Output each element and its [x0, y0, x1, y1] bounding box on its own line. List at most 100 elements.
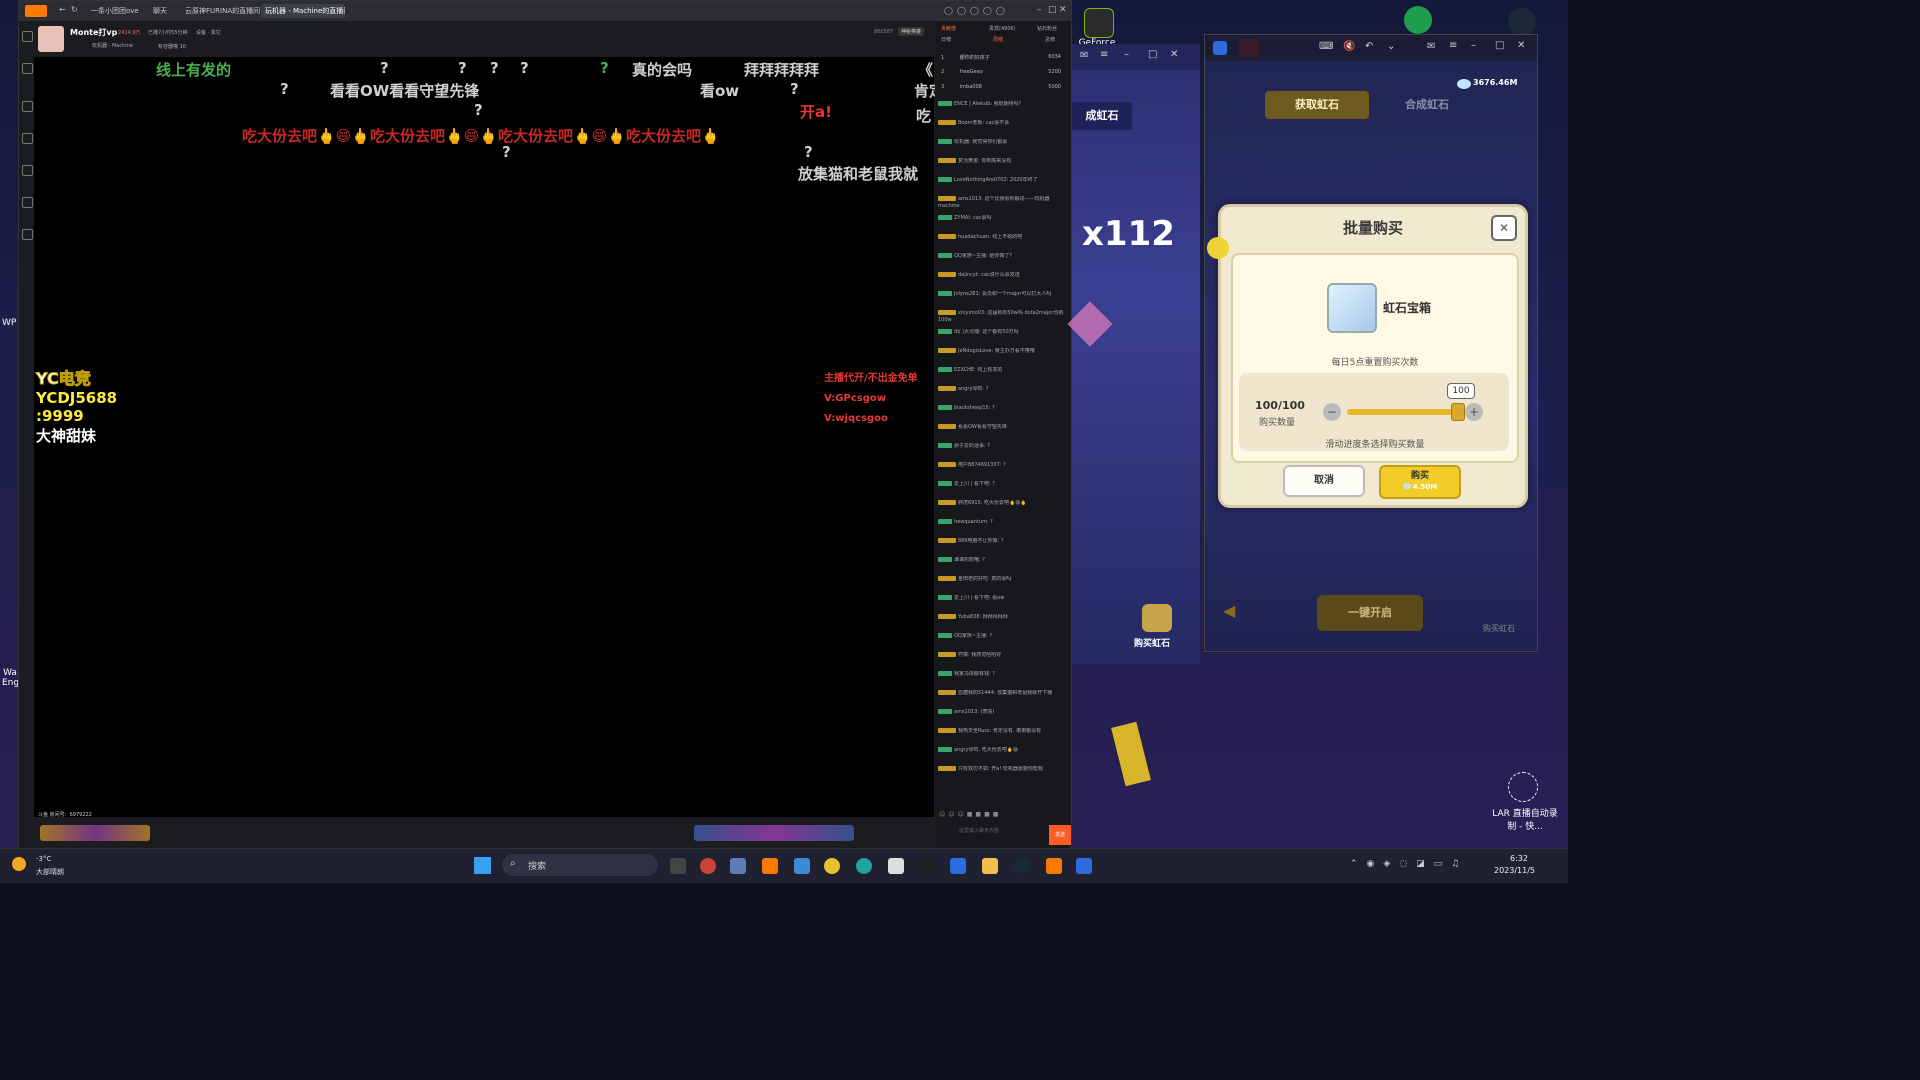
- tab-merge-stone[interactable]: 合成虹石: [1375, 91, 1479, 119]
- corner-label[interactable]: 购买虹石: [1483, 623, 1515, 634]
- chat-message[interactable]: 柠檬: 我感觉哈哈好: [938, 652, 1066, 659]
- app-icon[interactable]: [950, 858, 966, 874]
- chat-message[interactable]: 复活黄金: 你到底来没有: [938, 158, 1066, 165]
- game-left-tab[interactable]: 成虹石: [1072, 102, 1132, 130]
- slider-handle[interactable]: [1451, 403, 1465, 421]
- subtab-week[interactable]: 周榜: [993, 36, 1003, 43]
- maximize-icon[interactable]: □: [1048, 5, 1057, 15]
- chat-message[interactable]: QQ家族~主播: ?: [938, 633, 1066, 640]
- send-button[interactable]: 发送: [1049, 825, 1071, 845]
- maximize-icon[interactable]: □: [1148, 49, 1157, 60]
- chat-message[interactable]: 胖虎6915: 吃大份去吧🖕😄🖕: [938, 500, 1066, 507]
- app-icon[interactable]: [794, 858, 810, 874]
- tab-1[interactable]: 一条小团团ove: [87, 4, 147, 18]
- chat-message[interactable]: 爱上川 | 看下吧: ?: [938, 481, 1066, 488]
- gift-bar-right[interactable]: [694, 825, 854, 841]
- undo-icon[interactable]: ↶: [1365, 41, 1373, 52]
- photos-icon[interactable]: [730, 858, 746, 874]
- chat-message[interactable]: dajincyt: cac说什么会发送: [938, 272, 1066, 279]
- chat-tab-vip[interactable]: 贵宾(4906): [989, 25, 1016, 32]
- back-icon[interactable]: ←: [59, 5, 66, 14]
- chat-message-list[interactable]: ENCE | Aleksib: 我很期待吗？ Boom老板: cac会不会 玩机器:…: [935, 101, 1071, 801]
- buy-button[interactable]: 购买 4.50M: [1379, 465, 1461, 499]
- chat-message[interactable]: huadachuan: 线上不给的吧: [938, 234, 1066, 241]
- chat-message[interactable]: Boom老板: cac会不会: [938, 120, 1066, 127]
- taskview-icon[interactable]: [670, 858, 686, 874]
- recorder-icon[interactable]: [1508, 772, 1538, 802]
- chat-tab-fans[interactable]: 钻石粉丝: [1037, 25, 1057, 32]
- file-icon[interactable]: [888, 858, 904, 874]
- close-icon[interactable]: ✕: [1059, 5, 1067, 15]
- chat-message[interactable]: ENCE | Aleksib: 我很期待吗？: [938, 101, 1066, 108]
- keyboard-icon[interactable]: ⌨: [1319, 41, 1333, 52]
- gift-bar-left[interactable]: [40, 825, 150, 841]
- app-tab-icon[interactable]: [1239, 39, 1259, 57]
- chat-message[interactable]: LoveNothingAre0702: 2020年终了: [938, 177, 1066, 184]
- cancel-button[interactable]: 取消: [1283, 465, 1365, 497]
- chat-message[interactable]: 谁谁的想哦: ?: [938, 557, 1066, 564]
- mail-icon[interactable]: ✉: [1080, 50, 1088, 61]
- chat-message[interactable]: hewquantum: ?: [938, 519, 1066, 526]
- close-icon[interactable]: ✕: [1170, 49, 1178, 60]
- chat-message[interactable]: EZXCHE: 线上有发的: [938, 367, 1066, 374]
- header-button[interactable]: 神秘英雄: [898, 27, 925, 36]
- chat-message[interactable]: angry琴鸣: ?: [938, 386, 1066, 393]
- chat-message[interactable]: 金田老的好吃: 真的会吗: [938, 576, 1066, 583]
- chat-message[interactable]: blacksheep15: ?: [938, 405, 1066, 412]
- quantity-slider[interactable]: [1347, 409, 1461, 415]
- chat-message[interactable]: 886电脑不让你做: ?: [938, 538, 1066, 545]
- tab-machine[interactable]: 玩机器 - Machine的直播间: [261, 4, 345, 18]
- category-icon[interactable]: [22, 165, 33, 176]
- search-box[interactable]: ⌕ 搜索: [502, 854, 658, 876]
- edge-icon[interactable]: [856, 858, 872, 874]
- plus-button[interactable]: +: [1465, 403, 1483, 421]
- chat-message[interactable]: 我热天坐Russ: 肯定没有, 谢谢都没有: [938, 728, 1066, 735]
- close-icon[interactable]: ✕: [1517, 40, 1525, 51]
- menu-icon[interactable]: ≡: [1449, 40, 1457, 51]
- chat-toolbar[interactable]: ☺☺☺■■■■: [939, 811, 1039, 819]
- chat-message[interactable]: angry琴鸣: 吃大份去吧🖕😄: [938, 747, 1066, 754]
- avatar[interactable]: [38, 26, 64, 52]
- more-icon[interactable]: [22, 229, 33, 240]
- chevron-down-icon[interactable]: ⌄: [1387, 41, 1395, 52]
- mail-icon[interactable]: ✉: [1427, 41, 1435, 52]
- live-icon[interactable]: [22, 133, 33, 144]
- chat-message[interactable]: QQ家族~主播: 给你做了?: [938, 253, 1066, 260]
- chat-message[interactable]: ams1013: 这个比赛看你解说——玩机器machine: [938, 196, 1066, 210]
- chat-message[interactable]: 血糖我的51444: 放集猫和老鼠我就开下播: [938, 690, 1066, 697]
- menu-icon[interactable]: ≡: [1100, 49, 1108, 60]
- start-button[interactable]: [474, 857, 491, 874]
- mute-icon[interactable]: 🔇: [1343, 41, 1355, 52]
- chat-message[interactable]: 我家马体都有钱: ?: [938, 671, 1066, 678]
- weather-icon[interactable]: [12, 857, 26, 871]
- steam-icon[interactable]: [1014, 858, 1030, 874]
- tab-furina[interactable]: 云原神FURINA的直播间: [181, 4, 263, 18]
- chat-message[interactable]: 骄子爱的话事: ?: [938, 443, 1066, 450]
- tray-icons[interactable]: ⌃◉◈◌◪▭♫: [1350, 859, 1468, 869]
- chrome-icon[interactable]: [824, 858, 840, 874]
- douyu-icon[interactable]: [1046, 858, 1062, 874]
- chat-message[interactable]: 只有双刃不如: 开a! 玩机器需要你帮我: [938, 766, 1066, 773]
- qq-icon[interactable]: [918, 858, 934, 874]
- app-icon[interactable]: [1076, 858, 1092, 874]
- minimize-icon[interactable]: –: [1037, 5, 1042, 15]
- chat-message[interactable]: JeNdogisLove: 赛主办方看不懂哦: [938, 348, 1066, 355]
- chat-input[interactable]: 这里输入聊天内容: [959, 827, 1049, 834]
- subtab-day[interactable]: 日榜: [941, 36, 951, 43]
- rank-row[interactable]: 3 imba008 5000: [941, 84, 1067, 90]
- minimize-icon[interactable]: –: [1124, 49, 1129, 60]
- chat-message[interactable]: 爱上川 | 看下吧: 看ow: [938, 595, 1066, 602]
- steam-icon[interactable]: [1508, 8, 1536, 36]
- chat-tab-contrib[interactable]: 贡献榜: [941, 25, 956, 32]
- home-icon[interactable]: [22, 101, 33, 112]
- rank-row[interactable]: 2 freeGeeo 5200: [941, 69, 1067, 75]
- open-all-button[interactable]: 一键开启: [1317, 595, 1423, 631]
- chat-message[interactable]: 看看OW看看守望先锋: [938, 424, 1066, 431]
- dialog-close-button[interactable]: ✕: [1491, 215, 1517, 241]
- chat-message[interactable]: 用户8874691307: ?: [938, 462, 1066, 469]
- clock-time[interactable]: 6:32: [1510, 854, 1528, 863]
- douyu-icon[interactable]: [762, 858, 778, 874]
- folder-icon[interactable]: [982, 858, 998, 874]
- geforce-icon[interactable]: [1084, 8, 1114, 38]
- chat-message[interactable]: ams1013: (表情): [938, 709, 1066, 716]
